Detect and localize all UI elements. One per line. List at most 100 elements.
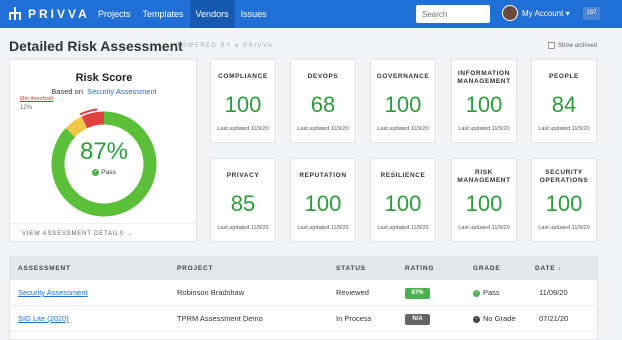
account-label: My Account bbox=[522, 9, 564, 18]
card-score: 100 bbox=[545, 191, 583, 216]
risk-score-panel: Risk Score Based on Security Assessment … bbox=[9, 59, 197, 242]
rating-badge: 87% bbox=[405, 288, 430, 299]
category-card-people[interactable]: PEOPLE 84 Last updated 11/9/20 bbox=[531, 59, 597, 143]
card-last-updated: Last updated 11/9/20 bbox=[377, 225, 429, 231]
card-last-updated: Last updated 11/9/20 bbox=[217, 126, 269, 132]
grade-label: Pass bbox=[483, 288, 500, 297]
category-card-compliance[interactable]: COMPLIANCE 100 Last updated 11/9/20 bbox=[210, 59, 276, 143]
column-header-status: STATUS bbox=[336, 265, 366, 272]
card-score: 100 bbox=[384, 92, 422, 117]
date-cell: 11/09/20 bbox=[539, 288, 568, 297]
card-title: PRIVACY bbox=[226, 172, 260, 179]
table-row[interactable]: SIG Lite (2020) TPRM Assessment Demo In Pr… bbox=[10, 306, 597, 332]
card-title: PEOPLE bbox=[549, 73, 579, 80]
project-name: TPRM Assessment Demo bbox=[177, 314, 263, 323]
card-last-updated: Last updated 11/9/20 bbox=[538, 225, 590, 231]
column-header-grade: GRADE bbox=[473, 265, 501, 272]
risk-score-subtitle: Based on Security Assessment bbox=[10, 87, 198, 96]
card-last-updated: Last updated 11/9/20 bbox=[458, 126, 510, 132]
category-card-reputation[interactable]: REPUTATION 100 Last updated 11/9/20 bbox=[290, 158, 356, 242]
assessment-link[interactable]: SIG Lite (2020) bbox=[18, 306, 69, 332]
nav-item-templates[interactable]: Templates bbox=[137, 0, 190, 28]
column-header-date[interactable]: DATE ↓ bbox=[535, 257, 562, 280]
grade-cell: − No Grade bbox=[473, 306, 516, 332]
risk-status-label: Pass bbox=[101, 169, 116, 177]
nav-item-issues[interactable]: Issues bbox=[235, 0, 273, 28]
card-title: SECURITY OPERATIONS bbox=[539, 169, 589, 184]
category-card-devops[interactable]: DEVOPS 68 Last updated 11/9/20 bbox=[290, 59, 356, 143]
show-archived-toggle[interactable]: Show archived bbox=[548, 42, 597, 49]
card-last-updated: Last updated 11/9/20 bbox=[217, 225, 269, 231]
project-name: Robinson Bradshaw bbox=[177, 288, 245, 297]
card-score: 68 bbox=[310, 92, 336, 117]
org-chart-icon: ⫛ bbox=[234, 43, 240, 49]
notification-badge[interactable]: 187 bbox=[583, 7, 600, 20]
assessment-link[interactable]: Security Assessment bbox=[18, 280, 88, 306]
card-score: 100 bbox=[384, 191, 422, 216]
check-circle-icon: ✓ bbox=[473, 289, 480, 297]
minus-circle-icon: − bbox=[473, 315, 480, 323]
powered-by-brand: PRIVVA bbox=[243, 43, 274, 49]
security-assessment-link[interactable]: Security Assessment bbox=[87, 87, 157, 96]
risk-score-value: 87% bbox=[79, 138, 129, 165]
donut-segment-fail bbox=[81, 111, 105, 129]
card-score: 85 bbox=[230, 191, 256, 216]
card-score: 100 bbox=[465, 92, 503, 117]
table-header: ASSESSMENT PROJECT STATUS RATING GRADE DATE ↓ bbox=[10, 257, 597, 280]
brand-logo[interactable]: PRIVVA bbox=[8, 7, 90, 21]
card-score: 84 bbox=[551, 92, 577, 117]
card-score: 100 bbox=[465, 191, 503, 216]
nav-item-projects[interactable]: Projects bbox=[92, 0, 137, 28]
category-card-privacy[interactable]: PRIVACY 85 Last updated 11/9/20 bbox=[210, 158, 276, 242]
card-last-updated: Last updated 11/9/20 bbox=[297, 126, 349, 132]
check-circle-icon: ✓ bbox=[92, 169, 100, 176]
risk-score-title: Risk Score bbox=[75, 72, 133, 84]
card-score: 100 bbox=[304, 191, 342, 216]
category-card-security-operations[interactable]: SECURITY OPERATIONS 100 Last updated 11/9/… bbox=[531, 158, 597, 242]
date-cell: 07/21/20 bbox=[539, 314, 569, 323]
grade-cell: ✓ Pass bbox=[473, 280, 500, 306]
card-title: RESILIENCE bbox=[380, 172, 426, 179]
card-title: RISK MANAGEMENT bbox=[457, 169, 511, 184]
search-input[interactable] bbox=[416, 5, 490, 23]
status-text: In Process bbox=[336, 314, 372, 323]
card-score: 100 bbox=[224, 92, 262, 117]
category-card-governance[interactable]: GOVERNANCE 100 Last updated 11/9/20 bbox=[370, 59, 436, 143]
card-title: COMPLIANCE bbox=[218, 73, 268, 80]
card-last-updated: Last updated 11/9/20 bbox=[297, 225, 349, 231]
org-chart-icon bbox=[9, 7, 21, 20]
risk-score-status: ✓ Pass bbox=[48, 169, 160, 176]
grade-label: No Grade bbox=[483, 314, 516, 323]
category-card-resilience[interactable]: RESILIENCE 100 Last updated 11/9/20 bbox=[370, 158, 436, 242]
view-assessment-details-link[interactable]: VIEW ASSESSMENT DETAILS → bbox=[10, 223, 196, 243]
table-row[interactable]: Security Assessment Robinson Bradshaw Revi… bbox=[10, 280, 597, 306]
card-title: GOVERNANCE bbox=[376, 73, 430, 80]
column-header-rating: RATING bbox=[405, 265, 435, 272]
threshold-label: Min threshold bbox=[20, 96, 54, 102]
category-card-risk-management[interactable]: RISK MANAGEMENT 100 Last updated 11/9/20 bbox=[451, 158, 517, 242]
powered-by-label: POWERED BY bbox=[176, 43, 232, 49]
category-card-information-management[interactable]: INFORMATION MANAGEMENT 100 Last updated 11… bbox=[451, 59, 517, 143]
avatar[interactable] bbox=[502, 5, 518, 21]
my-account-menu[interactable]: My Account ▾ bbox=[522, 0, 570, 28]
card-last-updated: Last updated 11/9/20 bbox=[538, 126, 590, 132]
top-nav: PRIVVA ProjectsTemplatesVendorsIssues My… bbox=[0, 0, 622, 28]
brand-name: PRIVVA bbox=[28, 7, 90, 21]
nav-menu: Projects Templates Vendors Issues bbox=[92, 0, 273, 28]
assessments-table: ASSESSMENT PROJECT STATUS RATING GRADE DATE ↓… bbox=[9, 256, 598, 340]
nav-item-vendors[interactable]: Vendors bbox=[189, 0, 235, 28]
column-header-project: PROJECT bbox=[177, 265, 214, 272]
card-last-updated: Last updated 11/9/20 bbox=[458, 225, 510, 231]
card-title: REPUTATION bbox=[299, 172, 347, 179]
show-archived-label: Show archived bbox=[558, 42, 598, 49]
based-on-label: Based on bbox=[51, 87, 83, 96]
column-header-assessment: ASSESSMENT bbox=[18, 265, 71, 272]
rating-badge: N/A bbox=[405, 314, 430, 325]
threshold-percent: 12% bbox=[20, 105, 33, 111]
donut-segment-warn bbox=[65, 116, 88, 138]
chevron-down-icon: ▾ bbox=[563, 9, 570, 18]
show-archived-checkbox[interactable] bbox=[548, 42, 555, 49]
card-title: DEVOPS bbox=[307, 73, 339, 80]
powered-by: POWERED BY ⫛ PRIVVA bbox=[176, 43, 274, 50]
status-text: Reviewed bbox=[336, 288, 369, 297]
